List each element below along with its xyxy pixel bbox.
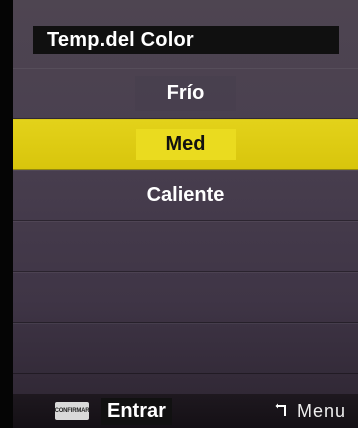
empty-row xyxy=(13,323,358,374)
option-frio-label: Frío xyxy=(166,82,205,104)
osd-menu-panel: Temp.del Color Frío Med Caliente xyxy=(13,0,358,428)
option-frio[interactable]: Frío xyxy=(13,68,358,119)
option-med-box: Med xyxy=(135,129,236,160)
menu-title-bar: Temp.del Color xyxy=(33,26,339,54)
menu-title: Temp.del Color xyxy=(47,28,194,51)
menu-back-button[interactable]: Menu xyxy=(275,401,346,422)
menu-label: Menu xyxy=(296,400,346,421)
option-med-label: Med xyxy=(165,133,206,155)
enter-label[interactable]: Entrar xyxy=(101,397,172,425)
option-caliente[interactable]: Caliente xyxy=(13,170,358,221)
empty-row xyxy=(13,221,358,272)
menu-footer: CONFIRMAR Entrar Menu xyxy=(13,394,358,428)
option-list: Frío Med Caliente xyxy=(13,68,358,374)
tv-screen: Temp.del Color Frío Med Caliente CONFIRM… xyxy=(0,0,358,428)
confirm-key-icon[interactable]: CONFIRMAR xyxy=(54,402,90,420)
option-caliente-label: Caliente xyxy=(146,184,225,206)
option-med[interactable]: Med xyxy=(13,119,358,170)
confirm-key-label: CONFIRMAR xyxy=(54,408,90,414)
return-arrow-icon xyxy=(275,403,286,416)
option-frio-box: Frío xyxy=(134,76,237,111)
empty-row xyxy=(13,272,358,323)
